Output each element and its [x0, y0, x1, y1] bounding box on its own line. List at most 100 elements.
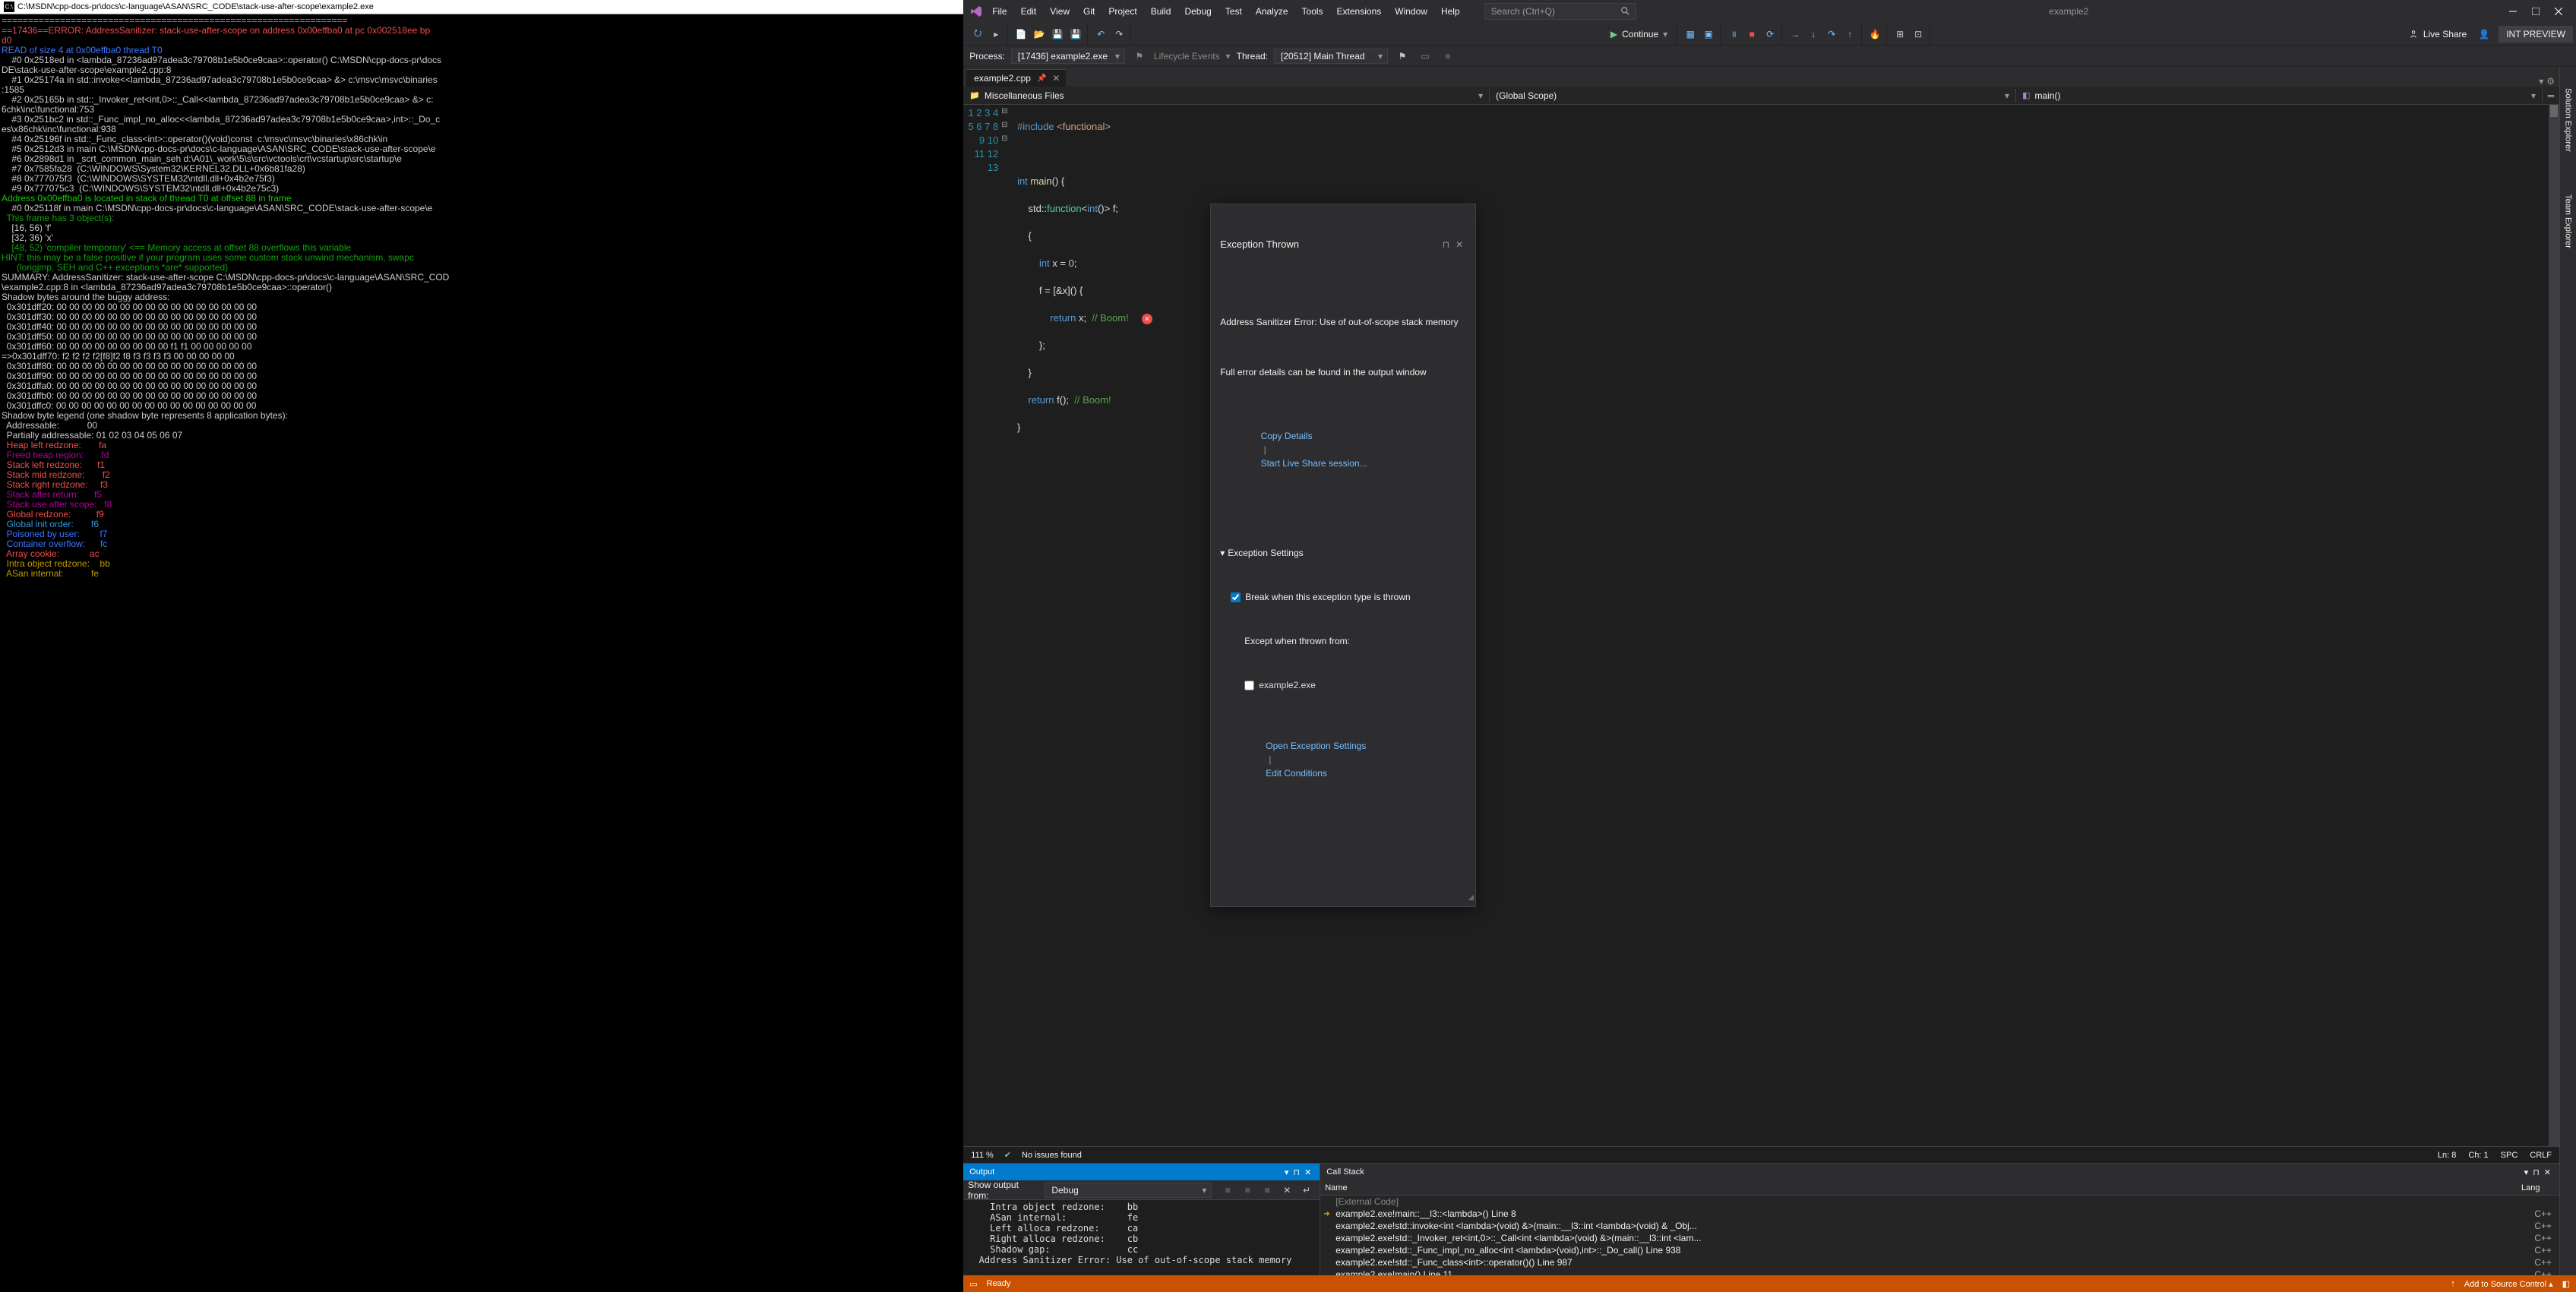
pin-icon[interactable]: ⊓ [1291, 1167, 1302, 1177]
debug-window-icon[interactable]: ▦ [1682, 26, 1699, 43]
prev-icon[interactable]: ≡ [1259, 1182, 1275, 1199]
callstack-row[interactable]: ➜example2.exe!main::__l3::<lambda>() Lin… [1320, 1208, 2559, 1220]
console-titlebar[interactable]: C:\ C:\MSDN\cpp-docs-pr\docs\c-language\… [0, 0, 963, 14]
break-checkbox-input[interactable] [1231, 592, 1241, 602]
next-icon[interactable]: ≡ [1239, 1182, 1256, 1199]
except-checkbox-input[interactable] [1244, 681, 1254, 690]
menu-analyze[interactable]: Analyze [1250, 3, 1294, 20]
hot-reload-icon[interactable]: 🔥 [1866, 26, 1883, 43]
open-file-icon[interactable]: 📂 [1031, 26, 1048, 43]
callstack-header[interactable]: Call Stack ▾ ⊓ ✕ [1320, 1164, 2559, 1180]
menu-debug[interactable]: Debug [1178, 3, 1217, 20]
notifications-icon[interactable]: ◧ [2562, 1279, 2570, 1289]
flag-icon[interactable]: ⚑ [1394, 48, 1411, 65]
show-next-stmt-icon[interactable]: → [1787, 26, 1803, 43]
minimize-button[interactable] [2502, 2, 2524, 21]
menu-window[interactable]: Window [1389, 3, 1433, 20]
scope-project[interactable]: 📁 Miscellaneous Files [963, 89, 1490, 103]
line-indicator[interactable]: Ln: 8 [2438, 1151, 2456, 1160]
menu-build[interactable]: Build [1145, 3, 1177, 20]
menu-edit[interactable]: Edit [1015, 3, 1043, 20]
edit-conditions-link[interactable]: Edit Conditions [1266, 768, 1327, 779]
scope-function[interactable]: ◧ main() [2016, 89, 2543, 103]
except-item[interactable]: example2.exe [1220, 678, 1466, 692]
callstack-row[interactable]: example2.exe!std::invoke<int <lambda>(vo… [1320, 1220, 2559, 1232]
menu-help[interactable]: Help [1435, 3, 1466, 20]
vs-titlebar[interactable]: FileEditViewGitProjectBuildDebugTestAnal… [963, 0, 2576, 23]
redo-icon[interactable]: ↷ [1111, 26, 1127, 43]
open-exception-settings-link[interactable]: Open Exception Settings [1266, 741, 1366, 751]
menu-git[interactable]: Git [1077, 3, 1101, 20]
callstack-row[interactable]: example2.exe!std::_Invoker_ret<int,0>::_… [1320, 1232, 2559, 1244]
code-text-area[interactable]: #include <functional> int main() { std::… [1009, 105, 2559, 1146]
continue-button[interactable]: ▶ Continue ▾ [1604, 27, 1674, 41]
menu-extensions[interactable]: Extensions [1331, 3, 1388, 20]
cycle-icon[interactable]: ⚑ [1131, 48, 1148, 65]
close-icon[interactable]: ✕ [1452, 238, 1466, 251]
process-select[interactable]: [17436] example2.exe [1011, 49, 1125, 64]
stack-frame-icon[interactable]: ▭ [1417, 48, 1433, 65]
navigate-fwd-icon[interactable]: ▸ [988, 26, 1004, 43]
menu-tools[interactable]: Tools [1296, 3, 1329, 20]
close-icon[interactable]: ✕ [2542, 1167, 2553, 1177]
restart-icon[interactable]: ⟳ [1762, 26, 1778, 43]
menu-view[interactable]: View [1044, 3, 1076, 20]
window-dropdown-icon[interactable]: ▾ [2522, 1167, 2531, 1177]
navigate-back-icon[interactable]: ⭮ [969, 26, 986, 43]
scope-class[interactable]: (Global Scope) [1490, 89, 2016, 103]
admin-icon[interactable]: 👤 [2476, 26, 2492, 43]
step-into-icon[interactable]: ↓ [1805, 26, 1822, 43]
editor-scrollbar[interactable] [2549, 105, 2559, 1146]
menu-project[interactable]: Project [1102, 3, 1143, 20]
new-file-icon[interactable]: 📄 [1013, 26, 1029, 43]
menu-file[interactable]: File [986, 3, 1013, 20]
step-out-icon[interactable]: ↑ [1841, 26, 1858, 43]
gear-icon[interactable]: ⚙ [2546, 76, 2555, 87]
find-icon[interactable]: ≡ [1219, 1182, 1236, 1199]
close-icon[interactable]: ✕ [1052, 73, 1060, 84]
issues-status[interactable]: No issues found [1022, 1151, 1082, 1160]
console-output[interactable]: ========================================… [0, 14, 963, 1292]
lang-column-header[interactable]: Lang [2521, 1183, 2555, 1192]
pin-icon[interactable]: ⊓ [1440, 238, 1452, 251]
char-indicator[interactable]: Ch: 1 [2468, 1151, 2488, 1160]
lifecycle-label[interactable]: Lifecycle Events [1154, 51, 1220, 62]
zoom-level[interactable]: 111 % [971, 1151, 994, 1160]
callstack-row[interactable]: example2.exe!main() Line 11C++ [1320, 1268, 2559, 1275]
step-over-icon[interactable]: ↷ [1823, 26, 1840, 43]
undo-icon[interactable]: ↶ [1092, 26, 1109, 43]
resize-grip-icon[interactable]: ◢ [1468, 891, 1474, 905]
code-editor[interactable]: 1 2 3 4 5 6 7 8 9 10 11 12 13 ⊟ ⊟ ⊟ #inc… [963, 105, 2559, 1146]
maximize-button[interactable] [2524, 2, 2547, 21]
live-share-button[interactable]: Live Share [2401, 29, 2474, 39]
search-box[interactable]: Search (Ctrl+Q) [1484, 3, 1636, 20]
window-dropdown-icon[interactable]: ▾ [2539, 76, 2543, 87]
exception-settings-header[interactable]: ▾ Exception Settings [1220, 546, 1466, 560]
output-text[interactable]: Intra object redzone: bb ASan internal: … [963, 1200, 1320, 1275]
thread-select[interactable]: [20512] Main Thread [1274, 49, 1388, 64]
pin-icon[interactable]: 📌 [1037, 74, 1046, 83]
debug-target-icon[interactable]: ▣ [1700, 26, 1717, 43]
word-wrap-icon[interactable]: ↵ [1298, 1182, 1315, 1199]
tab-team-explorer[interactable]: Team Explorer [2562, 188, 2574, 254]
app-icon[interactable]: ⊞ [1892, 26, 1908, 43]
pin-icon[interactable]: ⊓ [2530, 1167, 2542, 1177]
indent-indicator[interactable]: SPC [2501, 1151, 2518, 1160]
add-to-source-control[interactable]: Add to Source Control ▴ [2464, 1279, 2553, 1289]
output-header[interactable]: Output ▾ ⊓ ✕ [963, 1164, 1320, 1180]
name-column-header[interactable]: Name [1325, 1183, 2521, 1192]
window-dropdown-icon[interactable]: ▾ [1282, 1167, 1291, 1177]
split-icon[interactable]: ═ [2543, 87, 2559, 104]
copy-details-link[interactable]: Copy Details [1261, 431, 1313, 441]
source-control-up-icon[interactable]: ↑ [2451, 1279, 2455, 1288]
stack-icon[interactable]: ≡ [1440, 48, 1456, 65]
start-live-share-link[interactable]: Start Live Share session... [1261, 458, 1367, 469]
lineending-indicator[interactable]: CRLF [2530, 1151, 2552, 1160]
stop-icon[interactable]: ■ [1743, 26, 1760, 43]
callstack-row[interactable]: example2.exe!std::_Func_class<int>::oper… [1320, 1256, 2559, 1268]
callstack-row[interactable]: example2.exe!std::_Func_impl_no_alloc<in… [1320, 1244, 2559, 1256]
save-all-icon[interactable]: 💾 [1067, 26, 1084, 43]
close-button[interactable] [2547, 2, 2570, 21]
menu-test[interactable]: Test [1219, 3, 1248, 20]
callstack-list[interactable]: [External Code]➜example2.exe!main::__l3:… [1320, 1196, 2559, 1275]
